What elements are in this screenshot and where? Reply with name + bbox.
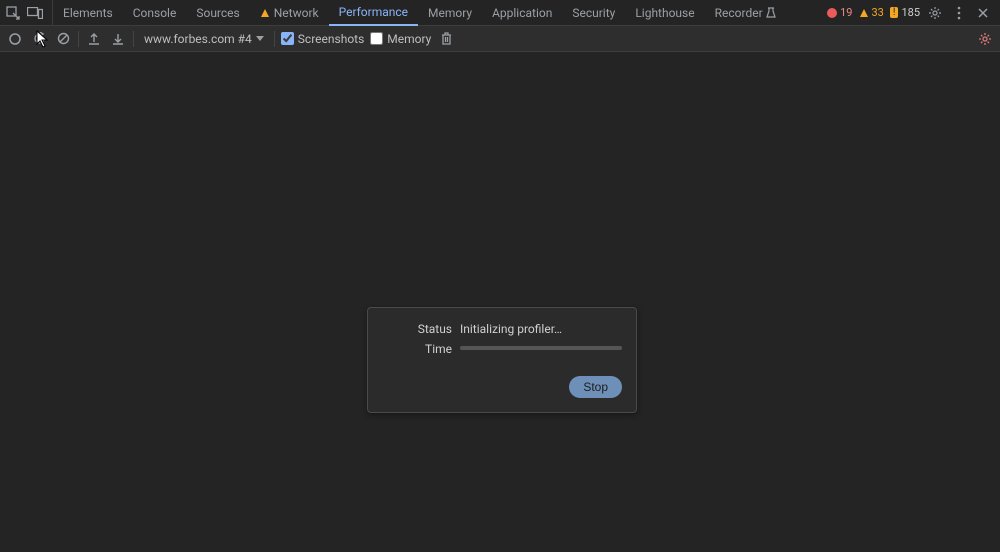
more-icon[interactable]: [950, 4, 968, 22]
tab-sources[interactable]: Sources: [186, 0, 249, 26]
warning-icon: [260, 8, 270, 18]
warning-count[interactable]: 33: [859, 6, 884, 19]
tab-lighthouse[interactable]: Lighthouse: [625, 0, 704, 26]
profiler-dialog: Status Initializing profiler… Time Stop: [367, 307, 637, 413]
target-select-value: www.forbes.com #4: [144, 32, 252, 46]
tab-application[interactable]: Application: [482, 0, 562, 26]
settings-icon[interactable]: [926, 4, 944, 22]
tab-performance[interactable]: Performance: [329, 0, 418, 26]
inspect-element-icon[interactable]: [4, 4, 22, 22]
inspect-tools: [4, 0, 53, 25]
divider: [78, 31, 79, 47]
screenshots-checkbox-input[interactable]: [281, 32, 294, 45]
screenshots-checkbox[interactable]: Screenshots: [281, 32, 364, 46]
error-icon: [827, 8, 837, 18]
status-label: Status: [382, 322, 452, 336]
memory-checkbox[interactable]: Memory: [370, 32, 431, 46]
memory-checkbox-input[interactable]: [370, 32, 383, 45]
flask-icon: [766, 7, 776, 19]
memory-label: Memory: [387, 32, 431, 46]
error-count[interactable]: 19: [827, 6, 852, 19]
main-area: Status Initializing profiler… Time Stop: [0, 52, 1000, 552]
message-count[interactable]: ! 185: [890, 6, 920, 19]
screenshots-label: Screenshots: [298, 32, 364, 46]
garbage-collect-icon[interactable]: [437, 30, 455, 48]
divider: [133, 31, 134, 47]
divider: [274, 31, 275, 47]
reload-record-icon[interactable]: [30, 30, 48, 48]
status-area: 19 33 ! 185: [827, 4, 996, 22]
warning-icon: [859, 8, 869, 18]
clear-icon[interactable]: [54, 30, 72, 48]
download-icon[interactable]: [109, 30, 127, 48]
performance-toolbar: www.forbes.com #4 Screenshots Memory: [0, 26, 1000, 52]
stop-button[interactable]: Stop: [569, 376, 622, 398]
tab-security[interactable]: Security: [562, 0, 625, 26]
target-select[interactable]: www.forbes.com #4: [140, 31, 268, 47]
chevron-down-icon: [256, 36, 264, 42]
tab-network[interactable]: Network: [250, 0, 329, 26]
record-icon[interactable]: [6, 30, 24, 48]
devtools-top-bar: Elements Console Sources Network Perform…: [0, 0, 1000, 26]
time-label: Time: [382, 342, 452, 356]
settings-gear-icon[interactable]: [976, 30, 994, 48]
tab-elements[interactable]: Elements: [53, 0, 123, 26]
upload-icon[interactable]: [85, 30, 103, 48]
tab-console[interactable]: Console: [123, 0, 187, 26]
tab-recorder[interactable]: Recorder: [705, 0, 786, 26]
message-icon: !: [890, 7, 899, 18]
time-progress: [460, 346, 622, 350]
panel-tabs: Elements Console Sources Network Perform…: [53, 0, 786, 25]
close-icon[interactable]: [974, 4, 992, 22]
device-toolbar-icon[interactable]: [26, 4, 44, 22]
status-value: Initializing profiler…: [460, 322, 622, 336]
tab-memory[interactable]: Memory: [418, 0, 482, 26]
